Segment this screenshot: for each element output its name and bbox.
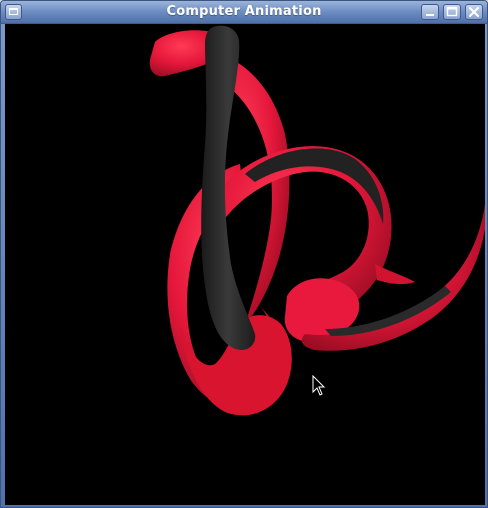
minimize-button[interactable] [421,4,439,20]
close-button[interactable] [465,4,483,20]
window-title: Computer Animation [166,4,322,19]
maximize-icon [446,6,458,17]
maximize-button[interactable] [443,4,461,20]
mouse-pointer-icon [312,375,326,396]
application-window: Computer Animation [0,0,488,508]
ribbon-scene [149,25,485,416]
ribbon-spike [375,264,415,285]
close-icon [469,7,479,17]
title-bar[interactable]: Computer Animation [1,1,487,24]
render-canvas[interactable] [5,24,485,505]
minimize-icon [426,14,434,16]
